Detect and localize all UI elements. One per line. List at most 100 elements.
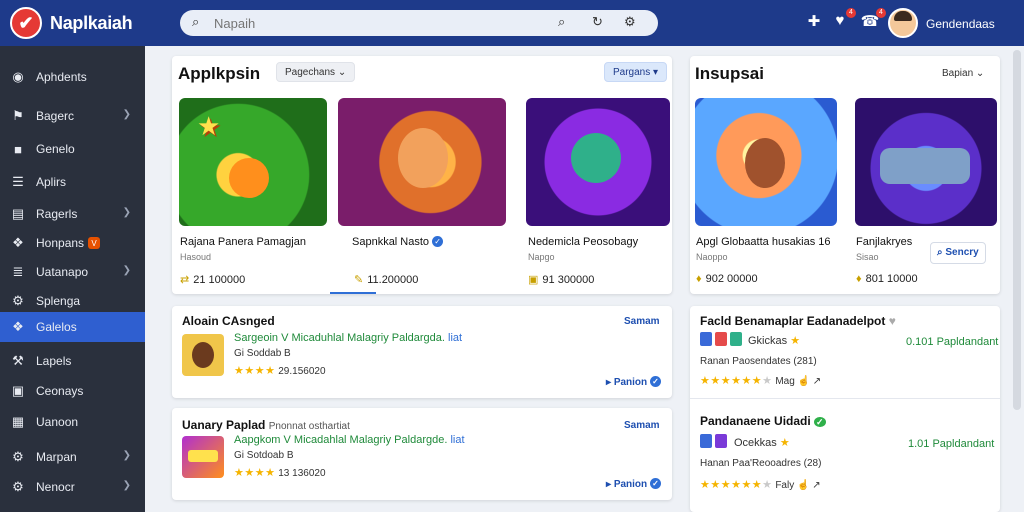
thumbs-icon[interactable]: ☝ xyxy=(798,376,810,387)
sidebar-item-lapels[interactable]: ⚒ Lapels xyxy=(0,346,145,376)
share-icon[interactable]: ↗ xyxy=(812,480,820,491)
refresh-icon[interactable]: ↻ xyxy=(592,14,603,30)
app-logo-icon[interactable]: ✔ xyxy=(10,7,42,39)
gear-icon: ⚙ xyxy=(12,449,24,464)
puzzle-icon[interactable]: ✚ xyxy=(804,12,824,32)
gamepad-icon: ❖ xyxy=(12,319,24,334)
thumbs-icon[interactable]: ☝ xyxy=(797,480,809,491)
star-rating-icon: ★★★★★★★ xyxy=(700,479,773,491)
sidebar-item-uatanapo[interactable]: ≣ Uatanapo ❯ xyxy=(0,257,145,287)
app-name[interactable]: Sapnkkal Nasto ✓ xyxy=(352,236,444,248)
sidebar-item-label: Nenocr xyxy=(36,480,75,494)
list-tag[interactable]: liat xyxy=(450,434,464,446)
sidebar-item-ragerls[interactable]: ▤ Ragerls ❯ xyxy=(0,199,145,229)
avatar[interactable] xyxy=(888,8,918,38)
inspired-panel: Insupsai Bapian ⌄ Apgl Globaatta husakia… xyxy=(690,56,1000,294)
bell-icon[interactable]: ☎ 4 xyxy=(860,8,886,32)
sidebar-item-genelo[interactable]: ■ Genelo xyxy=(0,134,145,164)
open-link-label: Panion xyxy=(613,479,648,490)
list-panel: Facld Benamaplar Eadanadelpot ♥ Gkickas … xyxy=(690,306,1000,512)
apps-icon: ☰ xyxy=(12,174,24,189)
sidebar-item-label: Bagerc xyxy=(36,109,75,123)
sidebar-item-label: Marpan xyxy=(36,450,77,464)
app-icon xyxy=(730,332,742,346)
list-extra: Mag xyxy=(775,376,795,387)
app-thumbnail[interactable] xyxy=(338,98,506,226)
rating-count: 29.156020 xyxy=(278,366,326,377)
app-downloads: ▣ 91 300000 xyxy=(528,273,594,286)
sidebar-item-bagerc[interactable]: ⚑ Bagerc ❯ xyxy=(0,101,145,131)
open-link[interactable]: ▸ Panion ✓ xyxy=(606,478,661,490)
list-item[interactable]: Aloain CAsnged Samam Sargeoin V Micaduhl… xyxy=(172,306,672,398)
sort-dropdown[interactable]: Pargans ▾ xyxy=(604,62,668,82)
character-art xyxy=(192,342,214,368)
user-name[interactable]: Gendendaas xyxy=(926,17,995,31)
sidebar-item-galelos[interactable]: ❖ Galelos xyxy=(0,312,145,342)
search-submit-icon[interactable]: ⌕ xyxy=(558,14,565,30)
app-icon xyxy=(182,334,224,376)
chevron-down-icon: ▾ xyxy=(653,67,659,78)
app-icons xyxy=(700,434,727,448)
sidebar-item-honpans[interactable]: ❖ Honpans V xyxy=(0,228,145,258)
list-description: Sargeoin V Micaduhlal Malagriy Paldargda… xyxy=(234,332,462,344)
app-icons xyxy=(700,332,742,346)
app-developer: Naoppo xyxy=(696,252,728,262)
app-title[interactable]: Naplkaiah xyxy=(50,13,133,34)
app-thumbnail[interactable]: ★ xyxy=(179,98,327,226)
sidebar-item-aphdents[interactable]: ◉ Aphdents xyxy=(0,62,145,92)
sidebar-item-ceonays[interactable]: ▣ Ceonays xyxy=(0,376,145,406)
see-more-button[interactable]: ⌕ Sencry xyxy=(930,242,986,264)
edit-icon: ✎ xyxy=(354,274,364,286)
sidebar-item-uanoon[interactable]: ▦ Uanoon xyxy=(0,407,145,437)
game-art xyxy=(745,138,785,188)
app-name-text: Sapnkkal Nasto xyxy=(352,236,430,248)
notification-badge: 4 xyxy=(846,8,856,18)
app-thumbnail[interactable] xyxy=(526,98,670,226)
list-title: Uanary Paplad Pnonnat osthartiat xyxy=(182,418,350,432)
box-icon: ▣ xyxy=(528,274,539,286)
tools-icon: ⚒ xyxy=(12,353,24,368)
filter-dropdown[interactable]: Pagechans ⌄ xyxy=(276,62,356,82)
sidebar-item-marpan[interactable]: ⚙ Marpan ❯ xyxy=(0,442,145,472)
app-thumbnail[interactable] xyxy=(695,98,837,226)
check-icon: ✓ xyxy=(814,417,826,427)
chevron-down-icon: ⌄ xyxy=(337,67,347,78)
sidebar-item-aplirs[interactable]: ☰ Aplirs xyxy=(0,167,145,197)
app-developer: Napgo xyxy=(528,252,555,262)
list-link[interactable]: Samam xyxy=(624,420,660,431)
document-icon: ▤ xyxy=(11,206,25,221)
sort-dropdown[interactable]: Bapian ⌄ xyxy=(934,64,992,84)
filter-label: Pagechans xyxy=(285,67,336,78)
scrollbar[interactable] xyxy=(1013,50,1021,410)
star-icon: ★ xyxy=(790,335,801,347)
app-name[interactable]: Nedemicla Peosobagy xyxy=(528,236,638,248)
star-rating-icon: ★★★★★★★ xyxy=(700,375,773,387)
download-count: 801 10000 xyxy=(865,273,918,285)
app-name[interactable]: Fanjlakryes xyxy=(856,236,912,248)
sidebar-item-nenocr[interactable]: ⚙ Nenocr ❯ xyxy=(0,472,145,502)
heart-icon[interactable]: ♥ xyxy=(889,314,896,328)
app-thumbnail[interactable] xyxy=(855,98,997,226)
notification-icon[interactable]: ♥ 4 xyxy=(830,8,856,32)
chevron-down-icon: ⌄ xyxy=(975,68,985,79)
open-link[interactable]: ▸ Panion ✓ xyxy=(606,376,661,388)
list-tag[interactable]: liat xyxy=(448,332,462,344)
app-name[interactable]: Apgl Globaatta husakias 16 xyxy=(696,236,831,248)
game-art: ★ xyxy=(197,112,221,142)
list-title-text: Pandanaene Uidadi xyxy=(700,414,811,428)
app-icon xyxy=(715,332,727,346)
app-name[interactable]: Rajana Panera Pamagjan xyxy=(180,236,306,248)
chevron-right-icon: ❯ xyxy=(122,450,131,461)
share-icon[interactable]: ↗ xyxy=(813,376,821,387)
list-meta: Gi Soddab B xyxy=(234,348,291,359)
rating-row: ★★★★ 13 136020 xyxy=(234,466,326,479)
app-icon xyxy=(182,436,224,478)
list-item[interactable]: Uanary Paplad Pnonnat osthartiat Samam A… xyxy=(172,408,672,500)
list-meta: Gi Sotdoab B xyxy=(234,450,294,461)
folder-icon: ■ xyxy=(14,141,22,157)
search-input[interactable] xyxy=(214,14,514,32)
app-developer: Hasoud xyxy=(180,252,212,262)
section-title: Applkpsin xyxy=(178,64,261,83)
settings-icon[interactable]: ⚙ xyxy=(624,14,636,30)
list-link[interactable]: Samam xyxy=(624,316,660,327)
